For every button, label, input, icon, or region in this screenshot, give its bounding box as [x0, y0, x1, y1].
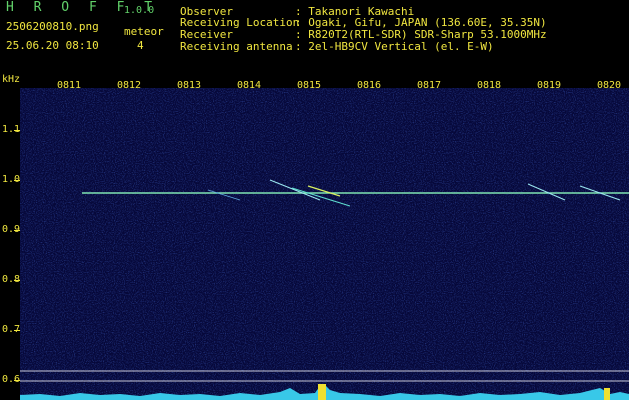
info-value: : 2el-HB9CV Vertical (el. E-W): [295, 40, 494, 53]
spectrogram-canvas: [20, 88, 629, 400]
meteor-label: meteor: [124, 25, 164, 38]
y-axis-unit: kHz: [2, 74, 21, 85]
file-datetime: 25.06.20 08:10: [6, 39, 99, 52]
noise-texture: [20, 88, 629, 400]
info-row-antenna: Receiving antenna: 2el-HB9CV Vertical (e…: [180, 40, 494, 53]
level-peak: [604, 388, 610, 400]
file-name: 2506200810.png: [6, 20, 99, 33]
info-key: Receiving antenna: [180, 40, 293, 53]
level-peak: [318, 384, 326, 400]
spectrogram-plot: [20, 88, 629, 400]
header-panel: H R O F F T 1.0.0 2506200810.png meteor …: [0, 0, 629, 72]
meteor-count: 4: [137, 39, 144, 52]
app-version: 1.0.0: [124, 5, 155, 16]
